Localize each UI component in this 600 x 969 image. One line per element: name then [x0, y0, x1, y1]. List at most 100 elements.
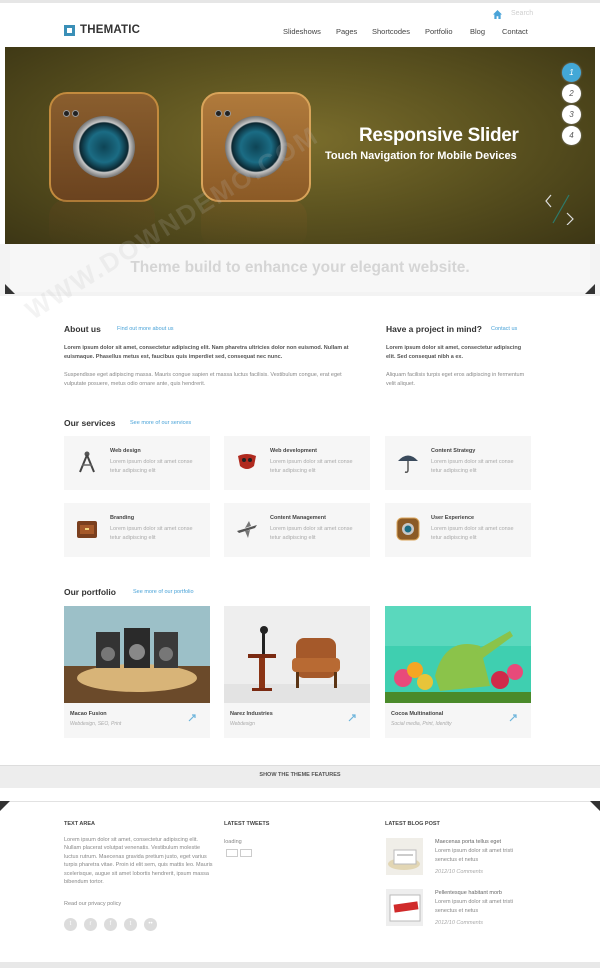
service-text: Lorem ipsum dolor sit amet conse tetur a… — [270, 526, 353, 541]
portfolio-category: Webdesign, SEO, Print — [70, 721, 122, 727]
portfolio-link[interactable]: See more of our portfolio — [133, 589, 194, 595]
prev-arrow-icon — [545, 194, 552, 208]
portfolio-category: Social media, Print, Identity — [391, 721, 452, 727]
corner-ribbon — [590, 801, 600, 811]
service-title: Content Strategy — [431, 448, 476, 454]
home-icon[interactable] — [493, 10, 502, 19]
service-text: Lorem ipsum dolor sit amet conse tetur a… — [110, 526, 193, 541]
service-card[interactable]: User Experience Lorem ipsum dolor sit am… — [385, 503, 531, 557]
slider-page-1[interactable]: 1 — [562, 63, 581, 82]
service-text: Lorem ipsum dolor sit amet conse tetur a… — [110, 459, 193, 474]
link-icon[interactable] — [508, 713, 518, 723]
service-card[interactable]: Content Strategy Lorem ipsum dolor sit a… — [385, 436, 531, 490]
slider-page-3[interactable]: 3 — [562, 105, 581, 124]
blog-post-title[interactable]: Pellentesque habitant morb — [435, 889, 502, 898]
service-title: Branding — [110, 515, 135, 521]
plane-icon — [237, 521, 257, 538]
project-title: Have a project in mind? — [386, 324, 482, 334]
facebook-icon[interactable]: f — [104, 918, 117, 931]
blog-post-title[interactable]: Maecenas porta tellus eget — [435, 838, 501, 847]
nav-blog[interactable]: Blog — [470, 27, 485, 36]
service-text: Lorem ipsum dolor sit amet conse tetur a… — [270, 459, 353, 474]
service-title: User Experience — [431, 515, 475, 521]
about-link[interactable]: Find out more about us — [117, 326, 174, 332]
portfolio-title: Our portfolio — [64, 587, 116, 597]
service-card[interactable]: Content Management Lorem ipsum dolor sit… — [224, 503, 370, 557]
slider-page-2[interactable]: 2 — [562, 84, 581, 103]
tweets-title: LATEST TWEETS — [224, 821, 270, 827]
text-area-body: Lorem ipsum dolor sit amet, consectetur … — [64, 837, 213, 886]
tweet-prev-button[interactable] — [226, 849, 238, 857]
services-title: Our services — [64, 418, 116, 428]
blog-title: LATEST BLOG POST — [385, 821, 440, 827]
portfolio-item[interactable]: Macao Fusion Webdesign, SEO, Print — [64, 606, 210, 738]
project-lead: Lorem ipsum dolor sit amet, consectetur … — [386, 345, 522, 360]
corner-ribbon — [0, 801, 10, 811]
flickr-icon[interactable]: •• — [144, 918, 157, 931]
tweet-next-button[interactable] — [240, 849, 252, 857]
service-title: Content Management — [270, 515, 326, 521]
tumblr-icon[interactable]: t — [124, 918, 137, 931]
about-body: Suspendisse eget adipiscing massa. Mauri… — [64, 372, 342, 387]
slider-pager: 1 2 3 4 — [562, 63, 581, 147]
service-text: Lorem ipsum dolor sit amet conse tetur a… — [431, 526, 514, 541]
privacy-link[interactable]: Read our privacy policy — [64, 900, 121, 909]
camera-app-icon — [49, 92, 159, 202]
slider-page-4[interactable]: 4 — [562, 126, 581, 145]
link-icon[interactable] — [347, 713, 357, 723]
camera-icon — [396, 517, 420, 541]
about-lead: Lorem ipsum dolor sit amet, consectetur … — [64, 345, 349, 360]
corner-ribbon — [585, 284, 595, 294]
service-title: Web development — [270, 448, 317, 454]
project-body: Aliquam facilisis turpis eget eros adipi… — [386, 372, 525, 387]
search-input[interactable]: Search — [511, 10, 533, 17]
nav-shortcodes[interactable]: Shortcodes — [372, 27, 410, 36]
slide-title: Responsive Slider — [359, 125, 519, 146]
link-icon[interactable] — [187, 713, 197, 723]
nav-pages[interactable]: Pages — [336, 27, 357, 36]
nav-contact[interactable]: Contact — [502, 27, 528, 36]
top-border — [0, 0, 600, 3]
portfolio-item[interactable]: Cocoa Multinational Social media, Print,… — [385, 606, 531, 738]
portfolio-title-text: Cocoa Multinational — [391, 711, 444, 717]
show-features-button[interactable]: SHOW THE THEME FEATURES — [0, 772, 600, 778]
service-text: Lorem ipsum dolor sit amet conse tetur a… — [431, 459, 514, 474]
mask-icon — [238, 454, 256, 469]
nav-slideshows[interactable]: Slideshows — [283, 27, 321, 36]
blog-post-thumbnail[interactable] — [386, 838, 423, 875]
logo-text: THEMATIC — [80, 24, 141, 36]
logo-mark-icon — [64, 24, 75, 36]
blog-post-thumbnail[interactable] — [386, 889, 423, 926]
portfolio-image[interactable] — [224, 606, 370, 703]
portfolio-category: Webdesign — [230, 721, 255, 727]
rss-icon[interactable]: r — [84, 918, 97, 931]
portfolio-title-text: Narez Industries — [230, 711, 273, 717]
compass-icon — [79, 451, 95, 473]
about-title: About us — [64, 324, 101, 334]
corner-ribbon — [5, 284, 15, 294]
tweets-status: loading — [224, 839, 242, 845]
slide-subtitle: Touch Navigation for Mobile Devices — [325, 150, 517, 162]
logo[interactable]: THEMATIC — [64, 24, 140, 36]
portfolio-image[interactable] — [385, 606, 531, 703]
umbrella-icon — [398, 455, 418, 473]
contact-link[interactable]: Contact us — [491, 326, 517, 332]
service-card[interactable]: Web design Lorem ipsum dolor sit amet co… — [64, 436, 210, 490]
portfolio-title-text: Macao Fusion — [70, 711, 107, 717]
bottom-border — [0, 962, 600, 968]
blog-post-date: 2012/10 Comments — [435, 920, 483, 926]
slider-arrows[interactable] — [543, 193, 578, 225]
twitter-icon[interactable]: t — [64, 918, 77, 931]
drawer-icon — [77, 521, 97, 538]
portfolio-image[interactable] — [64, 606, 210, 703]
nav-portfolio[interactable]: Portfolio — [425, 27, 453, 36]
portfolio-item[interactable]: Narez Industries Webdesign — [224, 606, 370, 738]
service-card[interactable]: Web development Lorem ipsum dolor sit am… — [224, 436, 370, 490]
blog-post-date: 2012/10 Comments — [435, 869, 483, 875]
blog-post-text: Lorem ipsum dolor sit amet tristi senect… — [435, 899, 513, 914]
services-link[interactable]: See more of our services — [130, 420, 191, 426]
service-title: Web design — [110, 448, 141, 454]
service-card[interactable]: Branding Lorem ipsum dolor sit amet cons… — [64, 503, 210, 557]
blog-post-text: Lorem ipsum dolor sit amet tristi senect… — [435, 848, 513, 863]
next-arrow-icon — [566, 212, 574, 225]
